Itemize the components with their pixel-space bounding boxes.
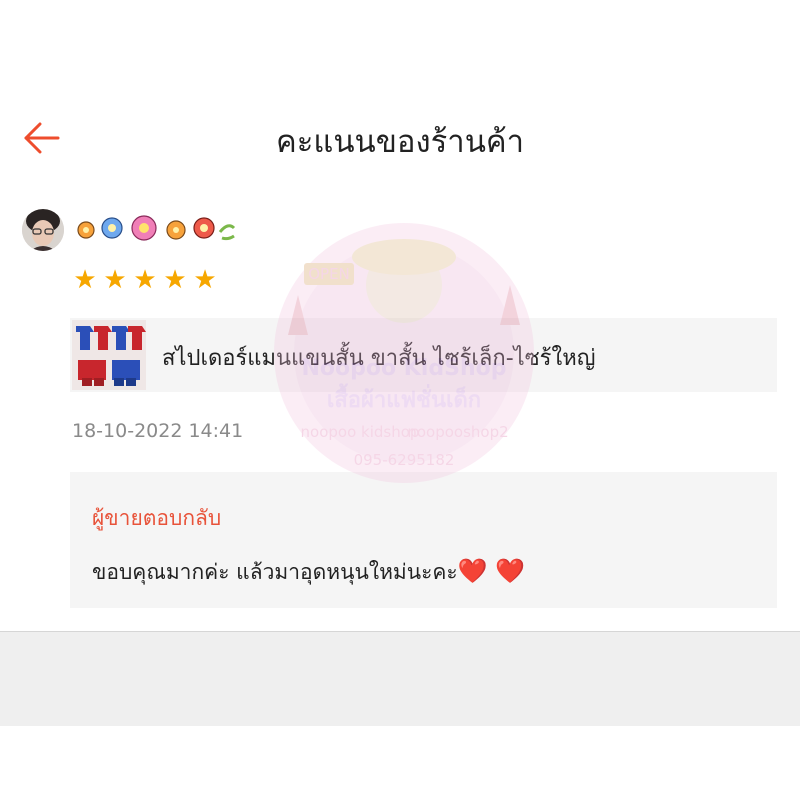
rating-stars: ★ ★ ★ ★ ★ bbox=[70, 266, 220, 294]
product-name[interactable]: สไปเดอร์แมนแขนสั้น ขาสั้น ไซร้เล็ก-ไซร้ใ… bbox=[162, 340, 595, 375]
header-bar: คะแนนของร้านค้า bbox=[0, 100, 800, 176]
product-card[interactable]: สไปเดอร์แมนแขนสั้น ขาสั้น ไซร้เล็ก-ไซร้ใ… bbox=[70, 318, 777, 392]
star-icon: ★ bbox=[103, 265, 127, 295]
heart-icon: ❤️ ❤️ bbox=[457, 557, 526, 585]
star-icon: ★ bbox=[73, 265, 97, 295]
review-timestamp: 18-10-2022 14:41 bbox=[72, 420, 244, 442]
product-thumbnail bbox=[72, 320, 146, 390]
seller-reply-label: ผู้ขายตอบกลับ bbox=[92, 506, 222, 530]
username-flowers-icon bbox=[72, 208, 238, 248]
star-icon: ★ bbox=[133, 265, 157, 295]
watermark-line4: noopooshop2 bbox=[407, 423, 508, 441]
seller-reply-text: ขอบคุณมากค่ะ แล้วมาอุดหนุนใหม่นะคะ❤️ ❤️ bbox=[92, 556, 525, 589]
star-icon: ★ bbox=[193, 265, 217, 295]
watermark-line5: 095-6295182 bbox=[354, 451, 455, 469]
star-icon: ★ bbox=[163, 265, 187, 295]
avatar bbox=[22, 209, 64, 251]
page-title: คะแนนของร้านค้า bbox=[275, 124, 525, 160]
bottom-panel bbox=[0, 631, 800, 726]
seller-reply-message: ขอบคุณมากค่ะ แล้วมาอุดหนุนใหม่นะคะ bbox=[92, 560, 458, 584]
watermark-sign: OPEN bbox=[308, 265, 350, 283]
seller-reply-box: ผู้ขายตอบกลับ ขอบคุณมากค่ะ แล้วมาอุดหนุน… bbox=[70, 472, 777, 608]
watermark-line3: noopoo kidshop bbox=[301, 423, 420, 441]
